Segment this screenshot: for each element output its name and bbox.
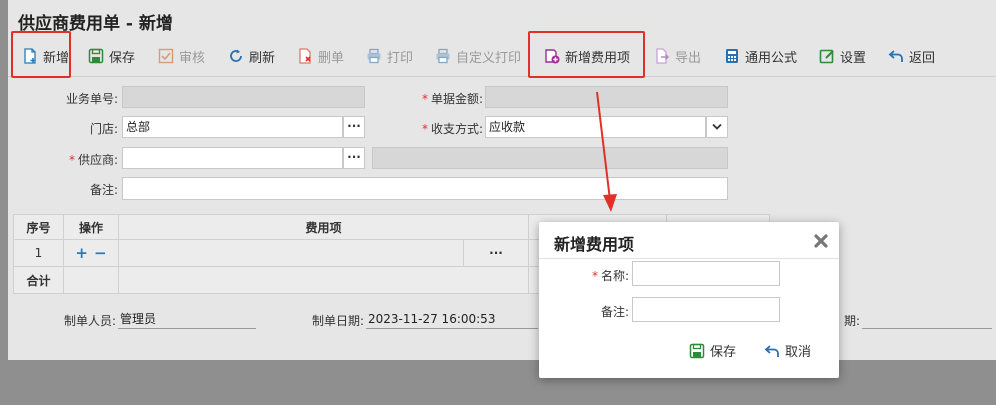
refresh-icon	[230, 49, 242, 62]
other-date-label: 期:	[844, 314, 861, 328]
required-mark: *	[591, 269, 598, 283]
delete-button[interactable]: 删单	[297, 46, 344, 66]
grid-total-label: 合计	[13, 267, 64, 294]
pay-method-label: * 收支方式:	[403, 120, 483, 137]
delete-label: 删单	[318, 50, 345, 66]
check-box-icon	[158, 48, 174, 64]
save-icon	[88, 48, 104, 64]
dialog-name-input[interactable]	[632, 261, 780, 286]
date-label: 制单日期:	[312, 314, 365, 328]
doc-no-field[interactable]	[122, 86, 365, 108]
amount-field[interactable]	[485, 86, 728, 108]
store-label: 门店:	[89, 122, 118, 136]
back-button[interactable]: 返回	[888, 46, 935, 66]
required-mark: *	[421, 92, 428, 106]
custom-print-label: 自定义打印	[456, 50, 522, 66]
save-label: 保存	[109, 50, 136, 66]
add-fee-item-dialog: 新增费用项 * 名称: 备注: 保存 取消	[539, 222, 839, 378]
close-icon[interactable]	[813, 233, 829, 249]
dialog-remark-input[interactable]	[632, 297, 780, 322]
back-label: 返回	[909, 50, 936, 66]
back-arrow-icon	[888, 50, 903, 62]
amount-label-text: 单据金额:	[430, 92, 483, 106]
calculator-icon	[726, 49, 738, 63]
dialog-cancel-label: 取消	[785, 345, 812, 360]
grid-header-seq: 序号	[13, 214, 64, 240]
remark-field[interactable]	[122, 177, 728, 200]
dialog-remark-label: 备注:	[600, 305, 629, 319]
supplier-label-text: 供应商:	[77, 153, 118, 167]
print-button[interactable]: 打印	[366, 46, 413, 66]
supplier-name-display	[372, 147, 728, 169]
print-label: 打印	[387, 50, 414, 66]
supplier-picker-button[interactable]: ···	[343, 147, 365, 169]
highlight-add-button	[11, 31, 71, 78]
remove-row-icon[interactable]: −	[94, 244, 107, 262]
audit-label: 审核	[179, 50, 206, 66]
toolbar: 新增 保存 审核 刷新 删单 打印 自定义打印 新增费用项 导出 通用公式 设置…	[8, 36, 996, 77]
doc-no-label: 业务单号:	[65, 92, 118, 106]
settings-label: 设置	[840, 50, 867, 66]
delete-document-icon	[299, 48, 311, 64]
grid-row-ops: + −	[64, 240, 119, 267]
dialog-save-label: 保存	[710, 345, 737, 360]
creator-value: 管理员	[118, 310, 256, 329]
dialog-title: 新增费用项	[554, 235, 635, 254]
refresh-label: 刷新	[249, 50, 276, 66]
settings-button[interactable]: 设置	[819, 46, 866, 66]
grid-total-ops	[64, 267, 119, 294]
save-icon	[689, 343, 705, 358]
store-picker-button[interactable]: ···	[343, 116, 365, 138]
refresh-button[interactable]: 刷新	[228, 46, 275, 66]
page: 供应商费用单 - 新增 新增 保存 审核 刷新 删单 打印 自定义打印 新增费用…	[8, 0, 996, 360]
creator-label: 制单人员:	[64, 314, 117, 328]
save-button[interactable]: 保存	[88, 46, 135, 66]
dialog-name-label: * 名称:	[579, 267, 629, 284]
audit-button[interactable]: 审核	[158, 46, 205, 66]
dialog-save-button[interactable]: 保存	[689, 341, 736, 360]
grid-row-fee-item[interactable]	[119, 240, 464, 267]
pay-method-dropdown-button[interactable]	[706, 116, 728, 138]
printer-icon	[436, 48, 450, 64]
grid-header-op: 操作	[64, 214, 119, 240]
grid-header-fee-item: 费用项	[119, 214, 529, 240]
export-button[interactable]: 导出	[654, 46, 701, 66]
grid-row-seq: 1	[13, 240, 64, 267]
supplier-label: * 供应商:	[48, 151, 118, 168]
required-mark: *	[68, 153, 75, 167]
date-value: 2023-11-27 16:00:53	[366, 310, 538, 329]
required-mark: *	[421, 122, 428, 136]
amount-label: * 单据金额:	[403, 90, 483, 107]
formula-label: 通用公式	[745, 50, 798, 66]
custom-print-button[interactable]: 自定义打印	[435, 46, 521, 66]
chevron-down-icon	[712, 123, 722, 130]
dialog-cancel-button[interactable]: 取消	[764, 341, 811, 360]
other-date-value	[862, 310, 992, 329]
pay-method-select[interactable]: 应收款	[485, 116, 706, 138]
formula-button[interactable]: 通用公式	[724, 46, 797, 66]
supplier-field[interactable]	[122, 147, 343, 169]
export-icon	[656, 48, 670, 64]
export-label: 导出	[675, 50, 702, 66]
pay-method-label-text: 收支方式:	[430, 122, 483, 136]
edit-icon	[819, 49, 834, 64]
printer-icon	[367, 48, 381, 64]
fee-item-picker-button[interactable]: ···	[464, 240, 529, 267]
store-field[interactable]: 总部	[122, 116, 343, 138]
dialog-divider	[539, 258, 839, 259]
add-row-icon[interactable]: +	[75, 244, 88, 262]
dialog-name-label-text: 名称:	[600, 269, 629, 283]
remark-label: 备注:	[89, 183, 118, 197]
highlight-add-fee-item-button	[528, 31, 645, 78]
grid-total-fee-item	[119, 267, 529, 294]
back-arrow-icon	[764, 344, 779, 357]
